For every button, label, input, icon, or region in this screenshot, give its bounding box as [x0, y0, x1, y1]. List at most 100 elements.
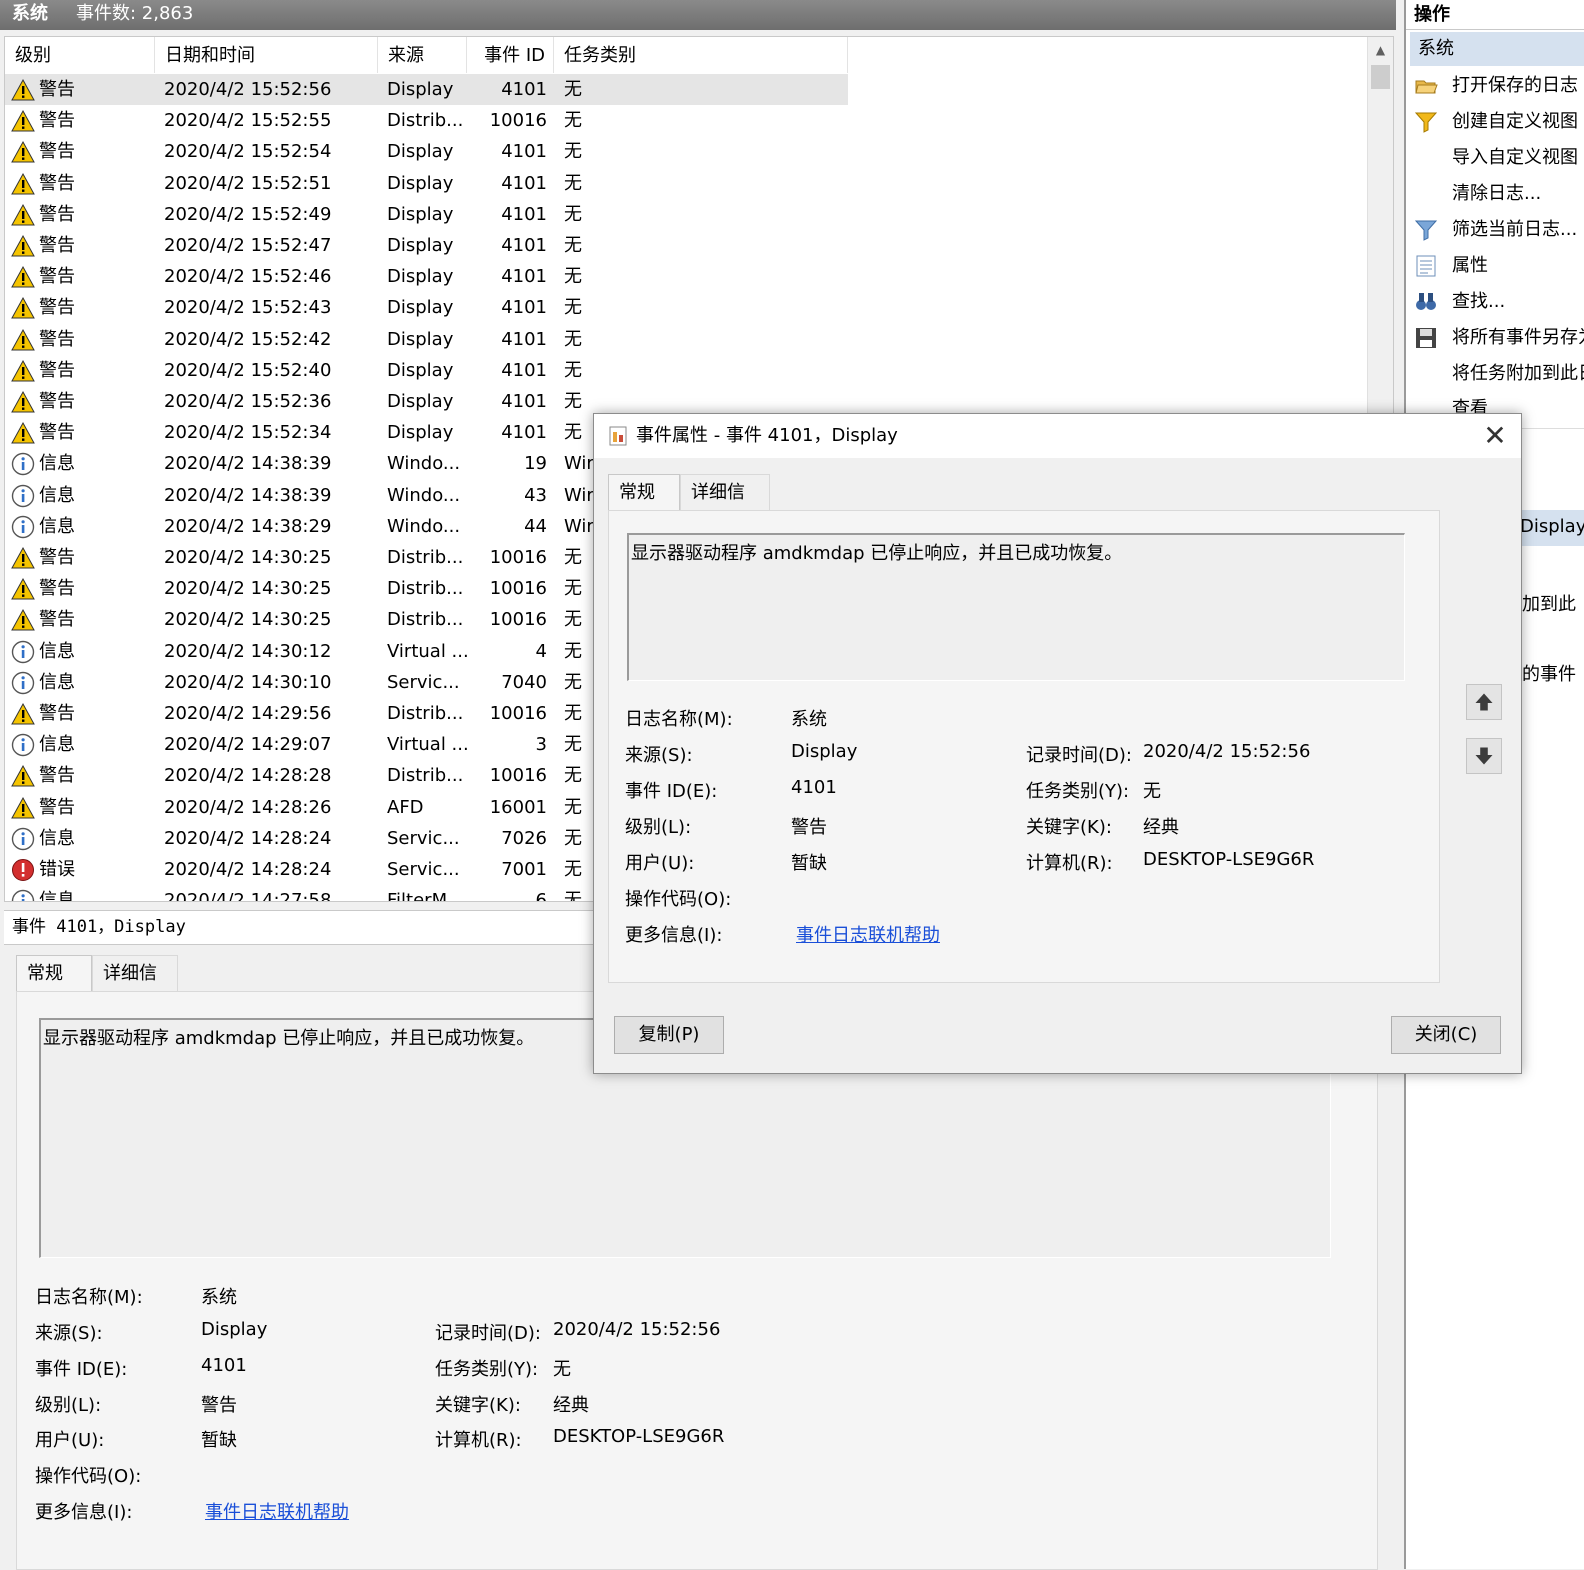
table-row[interactable]: 警告 2020/4/2 15:52:55 Distrib... 10016 无 — [5, 105, 848, 136]
table-row[interactable]: 警告 2020/4/2 15:52:46 Display 4101 无 — [5, 261, 848, 292]
dialog-titlebar[interactable]: 事件属性 - 事件 4101，Display ✕ — [594, 414, 1521, 458]
action-fragment-events[interactable]: 的事件 — [1522, 660, 1576, 686]
cell-source: Distrib... — [387, 703, 464, 724]
cell-event-id: 4101 — [501, 359, 547, 381]
action-create-custom-view[interactable]: 创建自定义视图 — [1406, 104, 1584, 140]
cell-level: 警告 — [39, 172, 75, 194]
value-computer: DESKTOP-LSE9G6R — [553, 1426, 725, 1447]
cell-event-id: 43 — [524, 484, 547, 506]
event-viewer-icon — [609, 426, 627, 446]
info-icon — [11, 733, 35, 757]
cell-task: 无 — [564, 203, 582, 225]
cell-source: Servic... — [387, 671, 460, 693]
next-event-button[interactable] — [1466, 738, 1502, 774]
action-fragment-display[interactable]: Display — [1520, 516, 1584, 537]
cell-level: 警告 — [39, 547, 75, 568]
cell-level: 信息 — [39, 484, 75, 506]
cell-level: 警告 — [39, 703, 75, 724]
table-row[interactable]: 警告 2020/4/2 15:52:51 Display 4101 无 — [5, 168, 848, 199]
action-clear-log[interactable]: 清除日志... — [1406, 176, 1584, 212]
cell-level: 警告 — [39, 328, 75, 350]
more-info-link[interactable]: 事件日志联机帮助 — [205, 1498, 349, 1524]
dialog-tabs: 常规 详细信息 — [608, 474, 808, 539]
action-attach-task[interactable]: 将任务附加到此日志 — [1406, 356, 1584, 392]
label-opcode: 操作代码(O): — [35, 1466, 142, 1487]
cell-source: Display — [387, 422, 454, 444]
column-header-event-id[interactable]: 事件 ID — [467, 37, 554, 73]
tab-general[interactable]: 常规 — [16, 955, 92, 991]
table-row[interactable]: 警告 2020/4/2 15:52:56 Display 4101 无 — [5, 74, 848, 105]
column-header-source[interactable]: 来源 — [378, 37, 467, 73]
cell-date: 2020/4/2 14:38:39 — [164, 484, 332, 506]
dialog-label-user: 用户(U): — [625, 853, 695, 874]
table-row[interactable]: 警告 2020/4/2 15:52:54 Display 4101 无 — [5, 136, 848, 167]
action-open-saved-log[interactable]: 打开保存的日志 — [1406, 68, 1584, 104]
cell-source: Display — [387, 235, 454, 256]
copy-button[interactable]: 复制(P) — [614, 1016, 724, 1054]
cell-date: 2020/4/2 15:52:40 — [164, 359, 332, 381]
action-save-all-events-as[interactable]: 将所有事件另存为 — [1406, 320, 1584, 356]
scroll-up-icon[interactable]: ▲ — [1368, 37, 1393, 63]
cell-event-id: 4101 — [501, 141, 547, 163]
cell-level: 信息 — [39, 671, 75, 693]
dialog-description-box[interactable]: 显示器驱动程序 amdkmdap 已停止响应，并且已成功恢复。 — [627, 533, 1405, 681]
warning-icon — [11, 296, 35, 320]
cell-source: Display — [387, 79, 454, 100]
action-find[interactable]: 查找... — [1406, 284, 1584, 320]
scroll-thumb[interactable] — [1371, 65, 1390, 89]
table-row[interactable]: 警告 2020/4/2 15:52:49 Display 4101 无 — [5, 199, 848, 230]
cell-date: 2020/4/2 15:52:49 — [164, 203, 332, 225]
filter-icon — [1414, 220, 1438, 241]
action-filter-current-log[interactable]: 筛选当前日志... — [1406, 212, 1584, 248]
tab-details[interactable]: 详细信息 — [92, 955, 178, 1020]
table-row[interactable]: 警告 2020/4/2 15:52:42 Display 4101 无 — [5, 324, 848, 355]
close-button[interactable]: 关闭(C) — [1391, 1016, 1501, 1054]
cell-level: 警告 — [39, 141, 75, 163]
dialog-tab-general[interactable]: 常规 — [608, 474, 680, 510]
dialog-more-info-link[interactable]: 事件日志联机帮助 — [796, 921, 940, 947]
cell-source: FilterM... — [387, 890, 465, 902]
cell-task: 无 — [564, 141, 582, 163]
cell-level: 警告 — [39, 235, 75, 256]
log-header: 系统 事件数: 2,863 — [0, 0, 1396, 30]
info-icon — [11, 640, 35, 664]
label-log-name: 日志名称(M): — [35, 1287, 143, 1308]
table-row[interactable]: 警告 2020/4/2 15:52:40 Display 4101 无 — [5, 355, 848, 386]
previous-event-button[interactable] — [1466, 684, 1502, 720]
dialog-tab-details[interactable]: 详细信息 — [680, 474, 770, 539]
action-fragment-attach[interactable]: 加到此 — [1522, 590, 1576, 616]
label-user: 用户(U): — [35, 1430, 105, 1451]
action-properties[interactable]: 属性 — [1406, 248, 1584, 284]
dialog-value-logged: 2020/4/2 15:52:56 — [1143, 741, 1311, 762]
cell-date: 2020/4/2 14:28:24 — [164, 859, 332, 880]
info-icon — [11, 452, 35, 476]
info-icon — [11, 889, 35, 901]
dialog-label-task: 任务类别(Y): — [1026, 781, 1130, 802]
cell-date: 2020/4/2 14:27:58 — [164, 890, 332, 902]
column-header-level[interactable]: 级别 — [5, 37, 155, 73]
properties-icon — [1416, 255, 1436, 277]
cell-task: 无 — [564, 235, 582, 256]
cell-event-id: 10016 — [489, 547, 547, 568]
value-source: Display — [201, 1319, 268, 1340]
close-icon[interactable]: ✕ — [1479, 420, 1511, 452]
cell-source: Display — [387, 359, 454, 381]
cell-date: 2020/4/2 15:52:47 — [164, 235, 332, 256]
event-count: 事件数: 2,863 — [76, 3, 194, 24]
cell-source: Virtual ... — [387, 640, 469, 662]
actions-group-system[interactable]: 系统 — [1410, 32, 1584, 66]
cell-source: Windo... — [387, 484, 461, 506]
table-row[interactable]: 警告 2020/4/2 15:52:43 Display 4101 无 — [5, 292, 848, 323]
table-row[interactable]: 警告 2020/4/2 15:52:47 Display 4101 无 — [5, 230, 848, 261]
cell-level: 信息 — [39, 890, 75, 902]
dialog-label-log-name: 日志名称(M): — [625, 709, 733, 730]
cell-level: 警告 — [39, 297, 75, 319]
label-event-id: 事件 ID(E): — [35, 1359, 128, 1380]
column-header-task[interactable]: 任务类别 — [554, 37, 848, 73]
cell-source: Distrib... — [387, 547, 464, 568]
dialog-label-event-id: 事件 ID(E): — [625, 781, 718, 802]
dialog-general-panel: 显示器驱动程序 amdkmdap 已停止响应，并且已成功恢复。 日志名称(M):… — [608, 510, 1440, 983]
dialog-label-opcode: 操作代码(O): — [625, 889, 732, 910]
action-import-custom-view[interactable]: 导入自定义视图 — [1406, 140, 1584, 176]
column-header-date[interactable]: 日期和时间 — [155, 37, 378, 73]
